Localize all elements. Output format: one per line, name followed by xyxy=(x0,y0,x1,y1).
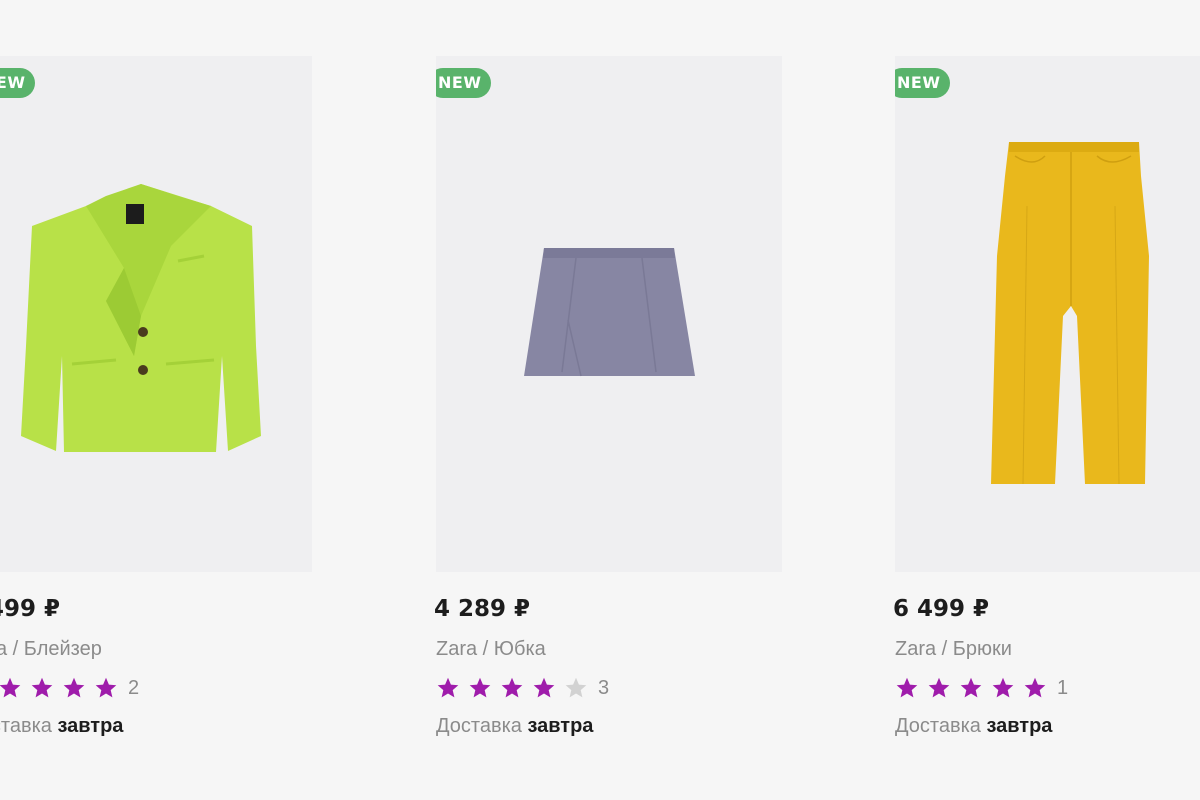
star-filled-icon xyxy=(501,677,523,698)
star-filled-icon xyxy=(437,677,459,698)
star-empty-icon xyxy=(565,677,587,698)
delivery-info: Доставка завтра xyxy=(895,715,1200,738)
product-card[interactable]: NEW 4 289 ₽ Zara / Юбка 3 Доставка завтр… xyxy=(434,56,782,738)
star-filled-icon xyxy=(928,677,950,698)
star-filled-icon xyxy=(31,677,53,698)
skirt-image xyxy=(524,248,695,377)
product-title[interactable]: Zara / Брюки xyxy=(895,638,1200,661)
product-price: 6 499 ₽ xyxy=(0,596,61,622)
trousers-image xyxy=(991,142,1149,485)
product-rating: 3 xyxy=(436,675,782,701)
delivery-day: завтра xyxy=(986,715,1053,737)
product-rating: 1 xyxy=(895,675,1200,701)
star-filled-icon xyxy=(95,677,117,698)
delivery-label: Доставка xyxy=(0,715,52,737)
product-price: 4 289 ₽ xyxy=(434,596,531,622)
star-filled-icon xyxy=(960,677,982,698)
product-image[interactable]: NEW xyxy=(0,56,312,572)
product-title[interactable]: Zara / Блейзер xyxy=(0,638,312,661)
product-image[interactable]: NEW xyxy=(436,56,782,572)
delivery-day: завтра xyxy=(57,715,124,737)
delivery-info: Доставка завтра xyxy=(436,715,782,738)
product-title[interactable]: Zara / Юбка xyxy=(436,638,782,661)
star-filled-icon xyxy=(896,677,918,698)
delivery-day: завтра xyxy=(527,715,594,737)
delivery-label: Доставка xyxy=(436,715,522,737)
star-filled-icon xyxy=(1024,677,1046,698)
star-filled-icon xyxy=(63,677,85,698)
star-filled-icon xyxy=(469,677,491,698)
review-count: 3 xyxy=(598,676,610,699)
delivery-label: Доставка xyxy=(895,715,981,737)
star-filled-icon xyxy=(992,677,1014,698)
new-badge: NEW xyxy=(0,68,36,98)
new-badge: NEW xyxy=(895,68,951,98)
product-card[interactable]: NEW 6 499 ₽ Zara / Блейзер 2 Доставка за… xyxy=(0,56,312,738)
star-filled-icon xyxy=(533,677,555,698)
product-card[interactable]: NEW 6 499 ₽ Zara / Брюки 1 Доставка завт… xyxy=(893,56,1200,738)
review-count: 1 xyxy=(1057,676,1069,699)
star-filled-icon xyxy=(0,677,21,698)
product-price: 6 499 ₽ xyxy=(893,596,990,622)
product-rating: 2 xyxy=(0,675,312,701)
new-badge: NEW xyxy=(436,68,492,98)
product-image[interactable]: NEW xyxy=(895,56,1200,572)
blazer-image xyxy=(21,184,261,452)
delivery-info: Доставка завтра xyxy=(0,715,312,738)
review-count: 2 xyxy=(128,676,140,699)
